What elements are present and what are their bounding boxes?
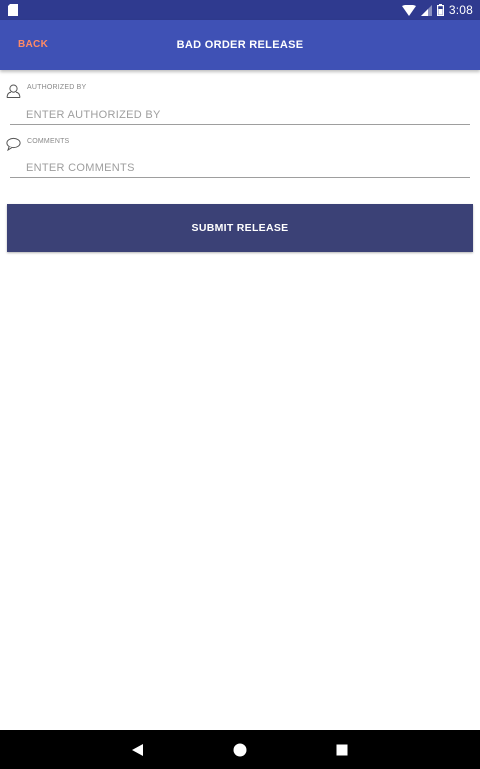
speech-bubble-icon (6, 137, 21, 151)
battery-icon (436, 4, 444, 16)
authorized-by-label: AUTHORIZED BY (27, 84, 87, 91)
app-bar: BAD ORDER RELEASE BACK (0, 20, 480, 70)
status-time: 3:08 (448, 3, 473, 17)
page-title: BAD ORDER RELEASE (176, 39, 304, 51)
person-icon (6, 84, 21, 98)
authorized-by-input[interactable] (10, 105, 470, 125)
comments-label: COMMENTS (27, 138, 70, 145)
navigation-bar (0, 730, 480, 769)
comments-field: COMMENTS (0, 136, 480, 182)
status-icons: 3:08 (401, 0, 473, 20)
back-triangle-icon[interactable] (127, 739, 149, 761)
screen: 3:08 BAD ORDER RELEASE BACK AUTHORIZED B… (0, 0, 480, 769)
comments-input[interactable] (10, 158, 470, 178)
cell-signal-icon (420, 4, 432, 16)
sd-card-icon (8, 4, 18, 16)
status-bar: 3:08 (0, 0, 480, 20)
back-button[interactable]: BACK (18, 20, 48, 70)
wifi-icon (401, 4, 416, 16)
submit-release-button[interactable]: SUBMIT RELEASE (7, 204, 473, 252)
home-circle-icon[interactable] (229, 739, 251, 761)
authorized-by-field: AUTHORIZED BY (0, 82, 480, 128)
recents-square-icon[interactable] (331, 739, 353, 761)
